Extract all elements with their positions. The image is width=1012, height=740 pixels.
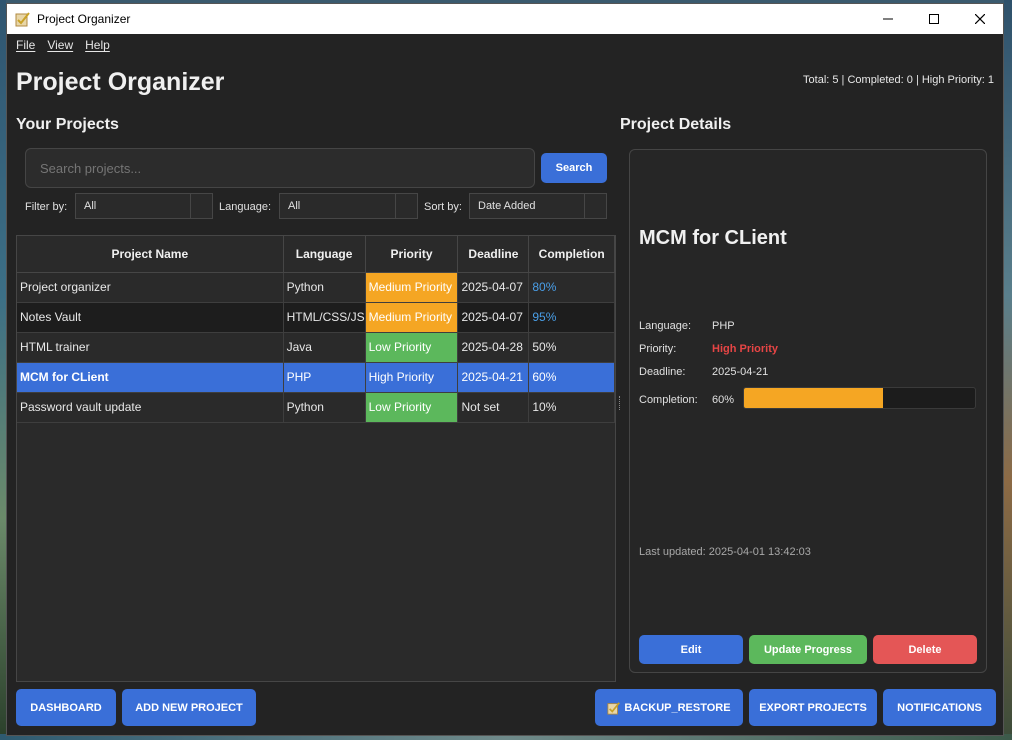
cell-language: Python: [283, 392, 366, 423]
detail-language-value: PHP: [712, 320, 735, 332]
title-bar[interactable]: Project Organizer: [7, 4, 1003, 34]
completion-progress-fill: [744, 388, 883, 408]
add-new-project-button[interactable]: ADD NEW PROJECT: [122, 689, 256, 726]
dropdown-arrow-icon: [584, 194, 606, 218]
filter-label: Filter by:: [25, 201, 68, 213]
maximize-icon: [929, 14, 939, 24]
cell-completion: 50%: [528, 332, 615, 363]
search-input[interactable]: [25, 148, 535, 188]
table-header-row: Project Name Language Priority Deadline …: [17, 236, 615, 273]
projects-section-title: Your Projects: [16, 116, 119, 133]
column-header-project-name[interactable]: Project Name: [17, 236, 284, 273]
table-row[interactable]: Notes Vault HTML/CSS/JS Medium Priority …: [17, 302, 615, 333]
maximize-button[interactable]: [911, 4, 957, 34]
cell-language: Java: [283, 332, 366, 363]
projects-table: Project Name Language Priority Deadline …: [16, 235, 616, 682]
last-updated-text: Last updated: 2025-04-01 13:42:03: [639, 546, 811, 558]
table-row[interactable]: HTML trainer Java Low Priority 2025-04-2…: [17, 332, 615, 363]
menu-help[interactable]: Help: [79, 38, 116, 52]
notifications-button[interactable]: NOTIFICATIONS: [883, 689, 996, 726]
table-row[interactable]: Password vault update Python Low Priorit…: [17, 392, 615, 423]
column-header-completion[interactable]: Completion: [528, 236, 615, 273]
backup-restore-button[interactable]: BACKUP_RESTORE: [595, 689, 743, 726]
edit-button[interactable]: Edit: [639, 635, 743, 664]
sort-value: Date Added: [478, 200, 536, 212]
cell-completion: 95%: [528, 302, 615, 333]
language-select[interactable]: All: [279, 193, 418, 219]
cell-priority: Low Priority: [365, 332, 459, 363]
desktop-background-right: [1004, 0, 1012, 740]
filter-value: All: [84, 200, 97, 212]
cell-project-name: Password vault update: [17, 392, 284, 423]
cell-completion: 60%: [528, 362, 615, 393]
close-icon: [975, 14, 985, 24]
sort-select[interactable]: Date Added: [469, 193, 607, 219]
menu-file[interactable]: File: [10, 38, 41, 52]
export-projects-button[interactable]: EXPORT PROJECTS: [749, 689, 877, 726]
cell-language: HTML/CSS/JS: [283, 302, 366, 333]
cell-language: PHP: [283, 362, 366, 393]
completion-progress-bar: [743, 387, 976, 409]
cell-priority: Medium Priority: [365, 272, 459, 303]
cell-deadline: Not set: [457, 392, 530, 423]
minimize-button[interactable]: [865, 4, 911, 34]
detail-completion-label: Completion:: [639, 394, 698, 406]
column-header-priority[interactable]: Priority: [365, 236, 459, 273]
detail-deadline-label: Deadline:: [639, 366, 686, 378]
cell-completion: 80%: [528, 272, 615, 303]
cell-priority: High Priority: [365, 362, 459, 393]
window-title: Project Organizer: [37, 12, 131, 26]
search-button[interactable]: Search: [541, 153, 607, 183]
backup-restore-label: BACKUP_RESTORE: [624, 701, 731, 714]
cell-deadline: 2025-04-21: [457, 362, 530, 393]
cell-project-name: Notes Vault: [17, 302, 284, 333]
cell-deadline: 2025-04-07: [457, 272, 530, 303]
app-checklist-icon: [15, 12, 30, 27]
table-row-selected[interactable]: MCM for CLient PHP High Priority 2025-04…: [17, 362, 615, 393]
cell-project-name: MCM for CLient: [17, 362, 284, 393]
detail-completion-value: 60%: [712, 394, 735, 406]
cell-completion: 10%: [528, 392, 615, 423]
page-title: Project Organizer: [16, 68, 225, 96]
close-button[interactable]: [957, 4, 1003, 34]
details-section-title: Project Details: [620, 116, 732, 133]
update-progress-button[interactable]: Update Progress: [749, 635, 867, 664]
language-value: All: [288, 200, 301, 212]
backup-checklist-icon: [607, 701, 621, 715]
cell-deadline: 2025-04-28: [457, 332, 530, 363]
table-row[interactable]: Project organizer Python Medium Priority…: [17, 272, 615, 303]
panel-splitter-handle[interactable]: [619, 396, 621, 410]
cell-priority: Medium Priority: [365, 302, 459, 333]
column-header-language[interactable]: Language: [283, 236, 366, 273]
detail-priority-value: High Priority: [712, 343, 779, 355]
minimize-icon: [883, 18, 893, 20]
cell-project-name: Project organizer: [17, 272, 284, 303]
language-label: Language:: [219, 201, 271, 213]
dashboard-button[interactable]: DASHBOARD: [16, 689, 116, 726]
detail-priority-label: Priority:: [639, 343, 677, 355]
cell-priority: Low Priority: [365, 392, 459, 423]
column-header-deadline[interactable]: Deadline: [457, 236, 530, 273]
project-stats: Total: 5 | Completed: 0 | High Priority:…: [803, 74, 994, 86]
cell-language: Python: [283, 272, 366, 303]
dropdown-arrow-icon: [395, 194, 417, 218]
detail-language-label: Language:: [639, 320, 691, 332]
cell-project-name: HTML trainer: [17, 332, 284, 363]
app-window: Project Organizer File View Help Project…: [6, 3, 1004, 736]
sort-label: Sort by:: [424, 201, 462, 213]
dropdown-arrow-icon: [190, 194, 212, 218]
project-details-panel: MCM for CLient Language: PHP Priority: H…: [629, 149, 987, 673]
menu-view[interactable]: View: [41, 38, 79, 52]
cell-deadline: 2025-04-07: [457, 302, 530, 333]
menu-bar: File View Help: [7, 34, 1003, 56]
detail-deadline-value: 2025-04-21: [712, 366, 769, 378]
filter-select[interactable]: All: [75, 193, 213, 219]
detail-project-name: MCM for CLient: [639, 227, 787, 249]
delete-button[interactable]: Delete: [873, 635, 977, 664]
